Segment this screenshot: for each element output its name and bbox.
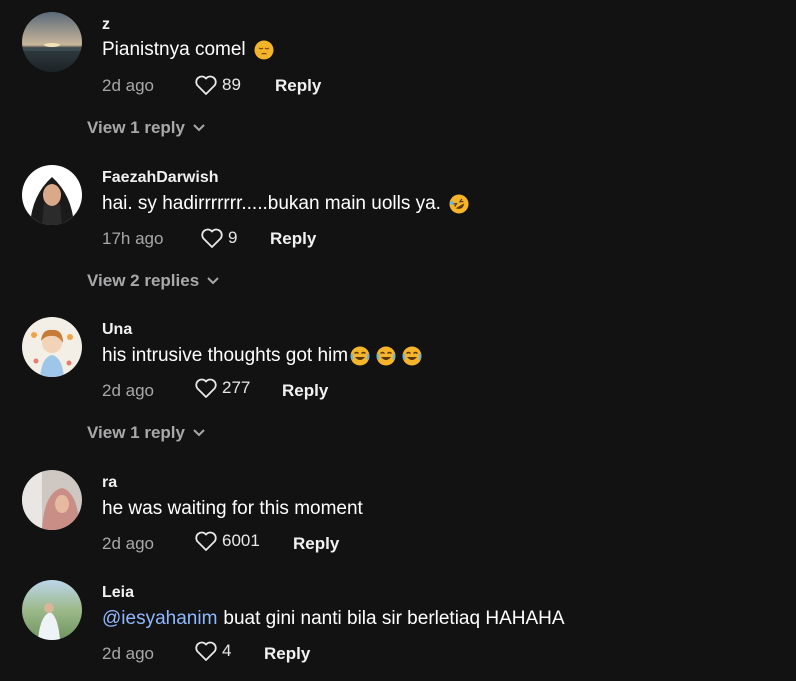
rolling-laughing-face-emoji-icon xyxy=(449,194,469,214)
like-count: 89 xyxy=(222,75,241,94)
username[interactable]: ra xyxy=(102,474,117,492)
username[interactable]: Leia xyxy=(102,584,134,602)
like-count: 9 xyxy=(228,228,238,247)
chevron-down-icon xyxy=(193,124,205,132)
avatar-image xyxy=(22,165,82,225)
reply-button[interactable]: Reply xyxy=(270,229,316,249)
avatar[interactable] xyxy=(22,470,82,530)
view-replies-label: View 1 reply xyxy=(87,423,185,442)
comment-meta: 2d ago xyxy=(102,74,154,98)
avatar[interactable] xyxy=(22,12,82,72)
like-button[interactable]: 277 xyxy=(194,377,250,399)
timestamp: 2d ago xyxy=(102,76,154,95)
like-button[interactable]: 4 xyxy=(194,640,231,662)
username[interactable]: z xyxy=(102,16,110,34)
comment-body: buat gini nanti bila sir berletiaq HAHAH… xyxy=(223,608,565,629)
timestamp: 2d ago xyxy=(102,644,154,663)
comment-text: @iesyahanim buat gini nanti bila sir ber… xyxy=(102,608,565,630)
mention-link[interactable]: @iesyahanim xyxy=(102,608,217,630)
comment-meta: 2d ago xyxy=(102,379,154,403)
like-count: 4 xyxy=(222,641,232,660)
chevron-down-icon xyxy=(193,429,205,437)
comment-meta: 2d ago xyxy=(102,532,154,556)
avatar[interactable] xyxy=(22,317,82,377)
avatar-image xyxy=(22,470,82,530)
comment-text: he was waiting for this moment xyxy=(102,498,363,520)
view-replies-label: View 2 replies xyxy=(87,271,200,290)
reply-button[interactable]: Reply xyxy=(264,644,310,664)
heart-outline-icon xyxy=(201,228,223,248)
comment-body: his intrusive thoughts got him xyxy=(102,345,349,366)
avatar[interactable] xyxy=(22,165,82,225)
heart-outline-icon xyxy=(195,531,217,551)
comment-body: hai. sy hadirrrrrrr.....bukan main uolls… xyxy=(102,193,441,214)
username[interactable]: FaezahDarwish xyxy=(102,169,218,187)
comment-text: hai. sy hadirrrrrrr.....bukan main uolls… xyxy=(102,193,469,215)
reply-button[interactable]: Reply xyxy=(275,76,321,96)
comment-body: he was waiting for this moment xyxy=(102,498,363,519)
heart-outline-icon xyxy=(195,378,217,398)
comment-text: Pianistnya comel xyxy=(102,39,274,61)
like-button[interactable]: 89 xyxy=(194,74,241,96)
comment-meta: 2d ago xyxy=(102,642,154,666)
comment-body: Pianistnya comel xyxy=(102,39,246,60)
chevron-down-icon xyxy=(207,277,219,285)
comment-text: his intrusive thoughts got him xyxy=(102,345,422,367)
avatar-image xyxy=(22,317,82,377)
heart-outline-icon xyxy=(195,75,217,95)
joy-face-emoji-icon xyxy=(350,346,370,366)
view-replies-label: View 1 reply xyxy=(87,118,185,137)
username[interactable]: Una xyxy=(102,321,132,339)
comment-meta: 17h ago xyxy=(102,227,163,251)
avatar-image xyxy=(22,12,82,72)
joy-face-emoji-icon xyxy=(402,346,422,366)
reply-button[interactable]: Reply xyxy=(282,381,328,401)
avatar-image xyxy=(22,580,82,640)
pensive-face-emoji-icon xyxy=(254,40,274,60)
like-button[interactable]: 6001 xyxy=(194,530,260,552)
timestamp: 2d ago xyxy=(102,381,154,400)
view-replies-button[interactable]: View 1 reply xyxy=(87,423,206,443)
like-count: 6001 xyxy=(222,531,260,550)
timestamp: 17h ago xyxy=(102,229,164,248)
view-replies-button[interactable]: View 2 replies xyxy=(87,271,220,291)
joy-face-emoji-icon xyxy=(376,346,396,366)
reply-button[interactable]: Reply xyxy=(293,534,339,554)
like-count: 277 xyxy=(222,378,251,397)
heart-outline-icon xyxy=(195,641,217,661)
view-replies-button[interactable]: View 1 reply xyxy=(87,118,206,138)
like-button[interactable]: 9 xyxy=(200,227,237,249)
avatar[interactable] xyxy=(22,580,82,640)
timestamp: 2d ago xyxy=(102,534,154,553)
